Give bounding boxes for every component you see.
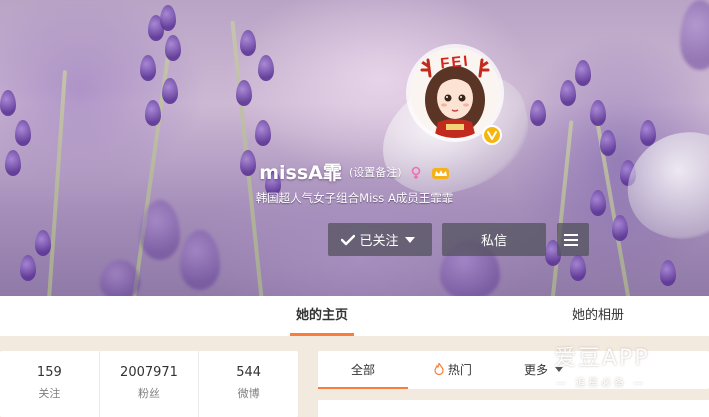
lavender-bud [165,35,181,61]
stat-value: 159 [36,365,62,380]
filter-tab-hot[interactable]: 热门 [434,351,472,389]
tab-her-album[interactable]: 她的相册 [562,296,634,336]
lavender-bud [180,230,220,290]
stat-value: 2007971 [120,365,178,380]
profile-tabs: 她的主页 她的相册 [0,296,709,336]
message-button-label: 私信 [480,234,507,249]
following-button[interactable]: 已关注 [328,223,432,256]
lavender-bud [590,100,606,126]
more-menu-button[interactable] [557,223,589,256]
following-button-label: 已关注 [359,234,399,249]
profile-name: missA霏 [259,162,342,184]
lavender-bud [162,78,178,104]
lavender-bud [240,30,256,56]
watermark-title: 爱豆APP [554,346,650,371]
lavender-bud [612,215,628,241]
flame-icon [434,362,444,376]
caret-down-icon [404,236,415,243]
lavender-bud [560,80,576,106]
feed-filter-bar: 全部 热门 更多 [318,351,709,389]
lavender-bud [575,60,591,86]
stat-label: 关注 [38,387,61,400]
app-watermark: 爱豆APP — 追星必备 — [554,340,650,389]
stat-posts[interactable]: 544 微博 [199,351,298,417]
filter-tab-more-label: 更多 [524,363,549,377]
avatar[interactable]: FEI [410,48,500,138]
lavender-bud [20,255,36,281]
lavender-bud [530,100,546,126]
profile-name-line: missA霏 (设置备注) [0,158,709,185]
butterfly-shape [614,114,709,256]
lavender-bud [140,200,180,260]
check-icon [341,234,356,245]
feed-content-area [318,400,709,417]
profile-bio: 韩国超人气女子组合Miss A成员王霏霏 [255,191,454,205]
lavender-bud [140,55,156,81]
stat-label: 微博 [237,387,260,400]
stat-following[interactable]: 159 关注 [0,351,100,417]
lavender-bud [258,55,274,81]
stat-label: 粉丝 [138,387,160,400]
member-crown-icon[interactable] [431,165,450,179]
lavender-bud [160,5,176,31]
lavender-bud [660,260,676,286]
filter-tab-all[interactable]: 全部 [318,351,408,389]
lavender-bud [570,255,586,281]
lavender-bud [680,0,709,70]
female-icon[interactable] [410,165,424,179]
lavender-bud [145,100,161,126]
message-button[interactable]: 私信 [442,223,546,256]
stat-fans[interactable]: 2007971 粉丝 [100,351,200,417]
lavender-bud [600,130,616,156]
watermark-subtitle-text: 追星必备 [575,378,628,389]
tab-her-home[interactable]: 她的主页 [286,296,358,336]
set-remark-link[interactable]: (设置备注) [349,166,402,179]
lavender-bud [236,80,252,106]
hamburger-icon [564,233,578,246]
filter-tab-hot-label: 热门 [447,363,472,377]
stat-value: 544 [236,365,262,380]
lavender-bud [0,90,16,116]
lavender-bud [15,120,31,146]
verified-badge-icon[interactable] [482,125,502,145]
lavender-bud [255,120,271,146]
lavender-bud [35,230,51,256]
watermark-subtitle: — 追星必备 — [556,378,647,389]
lavender-bud [100,260,140,296]
stats-card: 159 关注 2007971 粉丝 544 微博 [0,351,298,417]
